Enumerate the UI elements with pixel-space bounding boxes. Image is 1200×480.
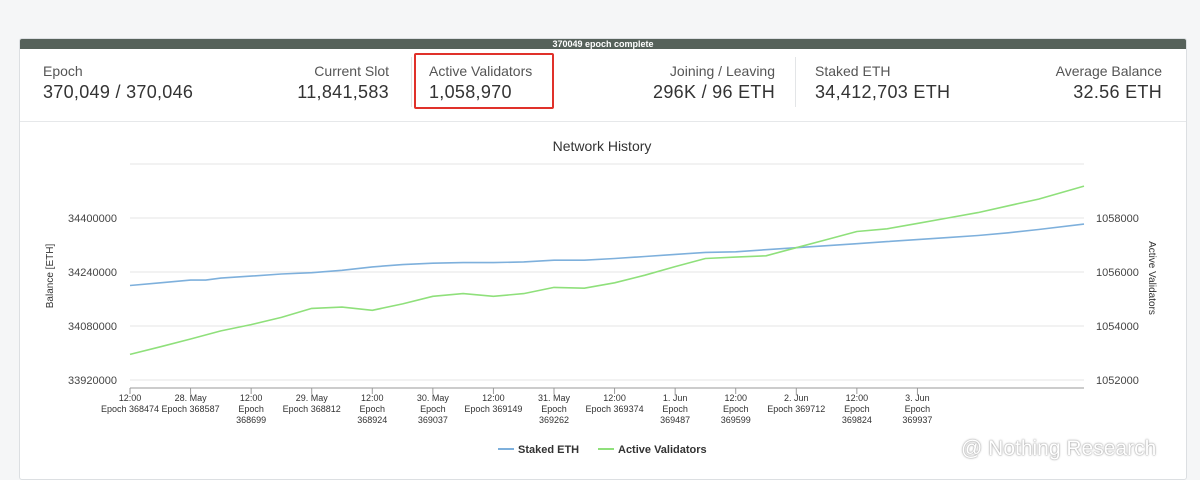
x-tick-label: 1. Jun xyxy=(663,393,688,403)
x-tick-label: Epoch xyxy=(420,404,446,414)
y-axis-left-label: Balance [ETH] xyxy=(45,244,56,309)
x-tick-label: Epoch xyxy=(662,404,688,414)
x-tick-label: Epoch xyxy=(541,404,567,414)
y-axis-right-label: Active Validators xyxy=(1146,241,1157,315)
network-history-chart: Network History Balance [ETH] Active Val… xyxy=(45,138,1157,456)
x-tick-label: Epoch 368812 xyxy=(283,404,341,414)
y-tick-label-right: 1052000 xyxy=(1096,375,1139,387)
x-tick-label: 30. May xyxy=(417,393,450,403)
x-tick-label: Epoch xyxy=(905,404,931,414)
x-tick-label: 369037 xyxy=(418,415,448,425)
x-tick-label: 2. Jun xyxy=(784,393,809,403)
y-tick-label-right: 1054000 xyxy=(1096,321,1139,333)
x-tick-label: 369262 xyxy=(539,415,569,425)
x-tick-label: Epoch 369374 xyxy=(586,404,644,414)
legend-label-staked-eth: Staked ETH xyxy=(518,444,579,456)
x-tick-label: 369599 xyxy=(721,415,751,425)
watermark-logo-icon xyxy=(935,438,955,458)
x-tick-label: 29. May xyxy=(296,393,329,403)
chart-title: Network History xyxy=(553,138,652,154)
x-tick-label: 12:00 xyxy=(240,393,263,403)
x-tick-label: Epoch xyxy=(238,404,264,414)
series-line-active-validators xyxy=(129,185,1085,356)
x-tick-label: Epoch xyxy=(844,404,870,414)
y-tick-label-left: 34080000 xyxy=(68,321,117,333)
x-tick-label: 31. May xyxy=(538,393,571,403)
x-tick-label: 369937 xyxy=(902,415,932,425)
x-tick-label: 368924 xyxy=(357,415,387,425)
x-tick-label: Epoch 368474 xyxy=(101,404,159,414)
y-tick-label-right: 1058000 xyxy=(1096,213,1139,225)
watermark-text: @ Nothing Research xyxy=(961,437,1157,460)
x-tick-label: 12:00 xyxy=(482,393,505,403)
x-tick-label: 369487 xyxy=(660,415,690,425)
x-tick-label: Epoch xyxy=(723,404,749,414)
x-tick-label: 12:00 xyxy=(361,393,384,403)
y-tick-label-left: 34240000 xyxy=(68,267,117,279)
legend-label-active-validators: Active Validators xyxy=(618,444,707,456)
series-line-staked-eth xyxy=(129,223,1085,287)
y-tick-label-left: 34400000 xyxy=(68,213,117,225)
x-tick-label: 28. May xyxy=(175,393,208,403)
x-tick-label: 12:00 xyxy=(119,393,142,403)
watermark: @ Nothing Research xyxy=(935,437,1156,461)
x-tick-label: Epoch xyxy=(360,404,386,414)
x-tick-label: 369824 xyxy=(842,415,872,425)
x-tick-label: 12:00 xyxy=(603,393,626,403)
x-tick-label: 12:00 xyxy=(846,393,869,403)
x-tick-label: Epoch 369712 xyxy=(767,404,825,414)
x-tick-label: 3. Jun xyxy=(905,393,930,403)
x-tick-label: 12:00 xyxy=(724,393,747,403)
x-tick-label: Epoch 369149 xyxy=(464,404,522,414)
x-tick-label: 368699 xyxy=(236,415,266,425)
y-tick-label-right: 1056000 xyxy=(1096,267,1139,279)
x-tick-label: Epoch 368587 xyxy=(162,404,220,414)
y-tick-label-left: 33920000 xyxy=(68,375,117,387)
